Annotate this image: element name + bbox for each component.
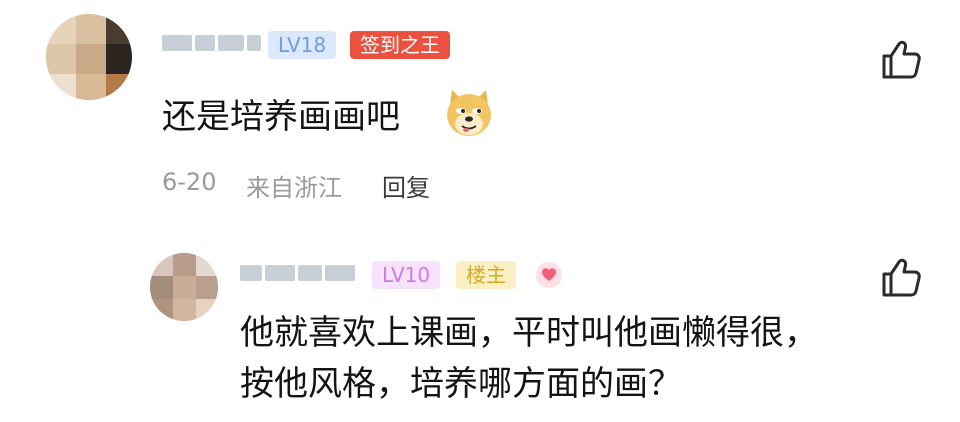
- like-button[interactable]: [880, 38, 922, 80]
- level-badge: LV18: [268, 31, 337, 59]
- like-button[interactable]: [880, 256, 922, 298]
- title-badge: 签到之王: [350, 31, 450, 59]
- comment-location: 来自浙江: [246, 174, 342, 202]
- owner-badge: 楼主: [456, 261, 516, 289]
- reply-text-line-1: 他就喜欢上课画，平时叫他画懒得很，: [240, 313, 818, 353]
- thumbs-up-icon: [882, 258, 921, 297]
- username-blurred[interactable]: [240, 262, 360, 284]
- level-badge: LV10: [372, 261, 441, 289]
- comment-text: 还是培养画画吧: [162, 97, 400, 137]
- doge-emoji-icon: [442, 86, 496, 140]
- reply-text-line-2: 按他风格，培养哪方面的画？: [240, 364, 682, 404]
- fan-heart-badge: [536, 262, 562, 288]
- reply-button[interactable]: 回复: [382, 168, 430, 203]
- comment-date: 6-20: [162, 168, 217, 196]
- username-blurred[interactable]: [162, 32, 262, 54]
- avatar[interactable]: [150, 253, 218, 321]
- thumbs-up-icon: [882, 40, 921, 79]
- heart-icon: [542, 268, 556, 281]
- avatar[interactable]: [46, 14, 132, 100]
